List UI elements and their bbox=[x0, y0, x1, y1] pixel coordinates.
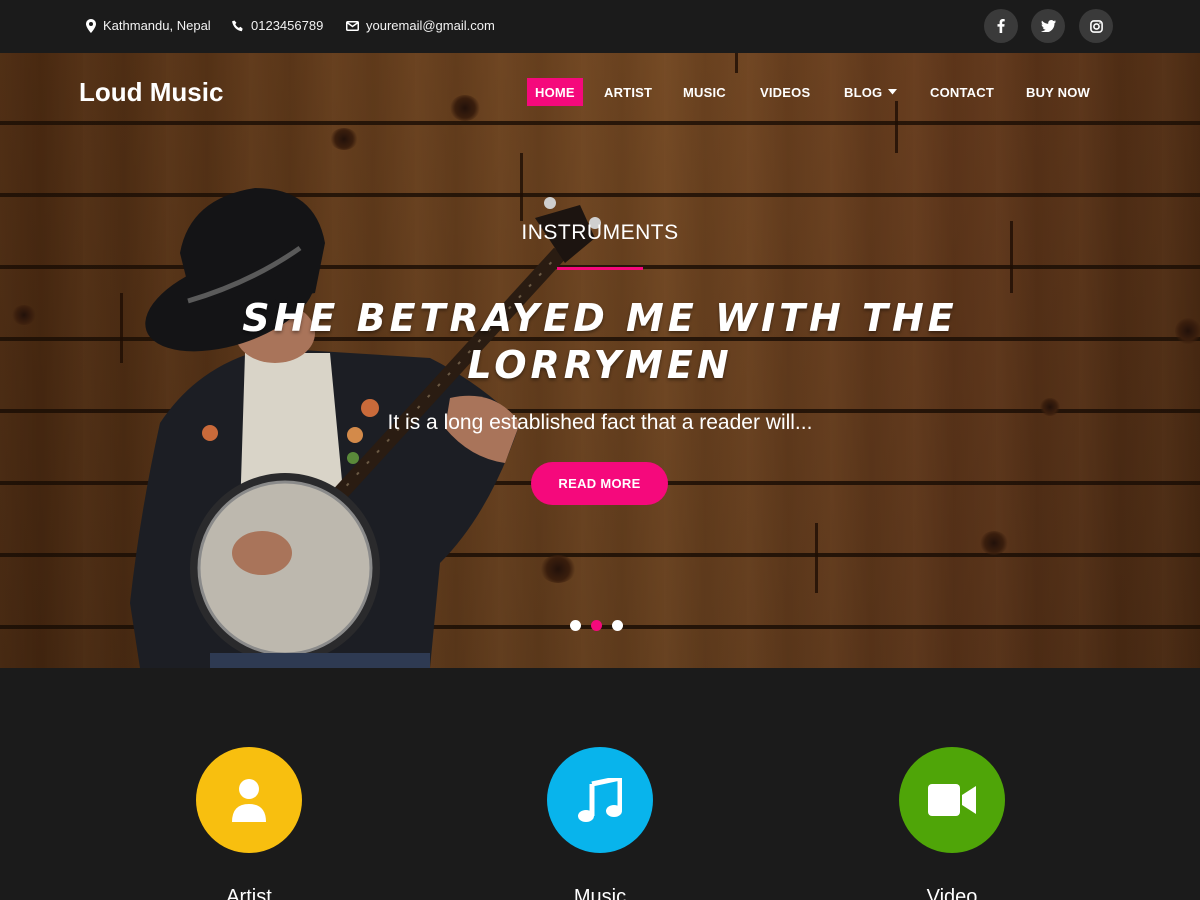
slider-dot-2[interactable] bbox=[591, 620, 602, 631]
location-text: Kathmandu, Nepal bbox=[103, 18, 211, 33]
envelope-icon bbox=[346, 20, 359, 31]
nav-blog[interactable]: BLOG bbox=[836, 78, 905, 106]
location-info: Kathmandu, Nepal bbox=[86, 18, 211, 33]
phone-text: 0123456789 bbox=[251, 18, 324, 33]
nav-home[interactable]: HOME bbox=[527, 78, 583, 106]
top-bar: Kathmandu, Nepal 0123456789 youremail@gm… bbox=[0, 0, 1200, 53]
nav-videos[interactable]: VIDEOS bbox=[752, 78, 818, 106]
email-info: youremail@gmail.com bbox=[346, 18, 495, 33]
phone-icon bbox=[232, 20, 243, 31]
slider-dot-1[interactable] bbox=[570, 620, 581, 631]
nav-artist[interactable]: ARTIST bbox=[596, 78, 660, 106]
map-marker-icon bbox=[86, 18, 96, 33]
video-feature-icon-circle[interactable] bbox=[899, 747, 1005, 853]
twitter-link[interactable] bbox=[1031, 9, 1065, 43]
video-feature-label[interactable]: Video bbox=[852, 886, 1052, 900]
nav-blog-label: BLOG bbox=[844, 84, 883, 100]
music-feature-icon-circle[interactable] bbox=[547, 747, 653, 853]
nav-music[interactable]: MUSIC bbox=[675, 78, 734, 106]
artist-feature-label[interactable]: Artist bbox=[149, 886, 349, 900]
site-logo[interactable]: Loud Music bbox=[79, 77, 223, 108]
facebook-icon bbox=[997, 19, 1005, 33]
instagram-link[interactable] bbox=[1079, 9, 1113, 43]
read-more-button[interactable]: READ MORE bbox=[531, 462, 668, 505]
slide-excerpt: It is a long established fact that a rea… bbox=[387, 411, 813, 434]
slide-category[interactable]: INSTRUMENTS bbox=[0, 221, 1200, 245]
video-camera-icon bbox=[928, 784, 976, 816]
music-feature-label[interactable]: Music bbox=[500, 886, 700, 900]
email-text: youremail@gmail.com bbox=[366, 18, 495, 33]
phone-info: 0123456789 bbox=[232, 18, 323, 33]
hero-slider: Loud Music HOME ARTIST MUSIC VIDEOS BLOG… bbox=[0, 53, 1200, 668]
facebook-link[interactable] bbox=[984, 9, 1018, 43]
slider-dot-3[interactable] bbox=[612, 620, 623, 631]
chevron-down-icon bbox=[888, 89, 898, 95]
slide-divider bbox=[557, 267, 643, 270]
nav-contact[interactable]: CONTACT bbox=[922, 78, 1002, 106]
instagram-icon bbox=[1089, 19, 1103, 33]
twitter-icon bbox=[1040, 20, 1056, 32]
artist-feature-icon-circle[interactable] bbox=[196, 747, 302, 853]
music-note-icon bbox=[578, 778, 622, 822]
user-icon bbox=[232, 779, 266, 822]
nav-buy-now[interactable]: BUY NOW bbox=[1018, 78, 1098, 106]
slide-title[interactable]: She Betrayed Me With The Lorrymen bbox=[240, 295, 960, 389]
